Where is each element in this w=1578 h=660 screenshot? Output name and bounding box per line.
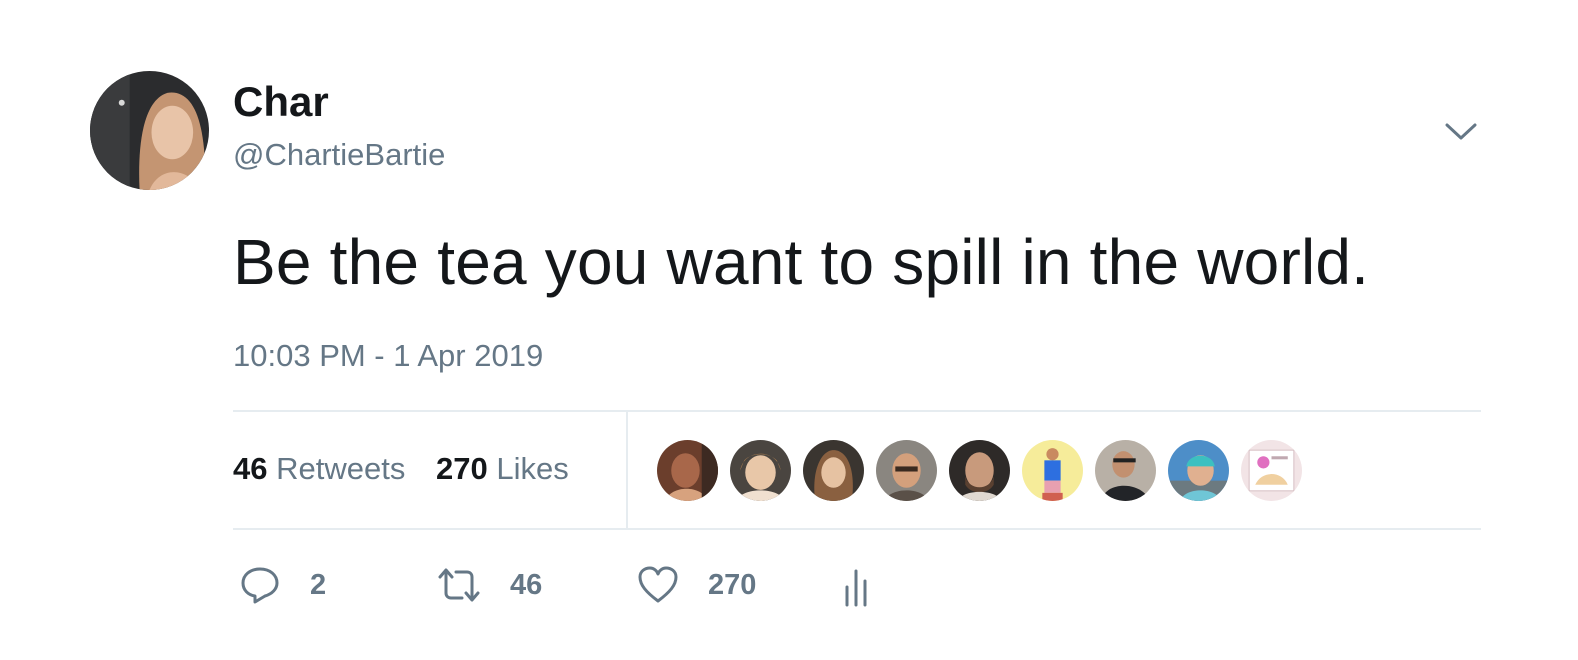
author-avatar[interactable] [90, 71, 209, 190]
liker-avatar[interactable] [949, 440, 1010, 501]
like-count: 270 [708, 568, 757, 601]
reply-icon [241, 567, 279, 604]
divider [233, 528, 1481, 530]
liker-avatar[interactable] [1168, 440, 1229, 501]
retweets-label: Retweets [276, 451, 406, 486]
reply-button[interactable]: 2 [238, 560, 326, 610]
retweet-icon [438, 568, 480, 602]
retweets-count: 46 [233, 451, 268, 486]
like-button[interactable]: 270 [636, 560, 756, 610]
liker-avatar[interactable] [1095, 440, 1156, 501]
liker-avatar[interactable] [876, 440, 937, 501]
liker-avatar[interactable] [1241, 440, 1302, 501]
liker-avatar[interactable] [730, 440, 791, 501]
retweet-count: 46 [510, 568, 543, 601]
divider [233, 410, 1481, 412]
author-handle[interactable]: @ChartieBartie [233, 136, 445, 174]
retweet-button[interactable]: 46 [436, 560, 542, 610]
analytics-button[interactable] [836, 560, 876, 610]
liker-avatar[interactable] [1022, 440, 1083, 501]
heart-icon [638, 566, 678, 603]
likes-label: Likes [496, 451, 569, 486]
likes-count: 270 [435, 451, 488, 486]
analytics-icon [845, 569, 867, 607]
chevron-down-icon[interactable] [1440, 110, 1482, 152]
liker-avatars [657, 440, 1302, 502]
liker-avatar[interactable] [657, 440, 718, 501]
tweet-stats: 46 Retweets 270 Likes [233, 449, 569, 489]
tweet-timestamp[interactable]: 10:03 PM - 1 Apr 2019 [233, 336, 543, 376]
likes-stat[interactable]: 270 Likes [436, 449, 569, 489]
author-avatar-image [90, 71, 209, 190]
reply-count: 2 [310, 568, 327, 601]
author-display-name[interactable]: Char [233, 76, 329, 128]
stats-divider [626, 412, 628, 528]
tweet-text: Be the tea you want to spill in the worl… [233, 226, 1370, 298]
retweets-stat[interactable]: 46 Retweets [233, 449, 405, 489]
liker-avatar[interactable] [803, 440, 864, 501]
